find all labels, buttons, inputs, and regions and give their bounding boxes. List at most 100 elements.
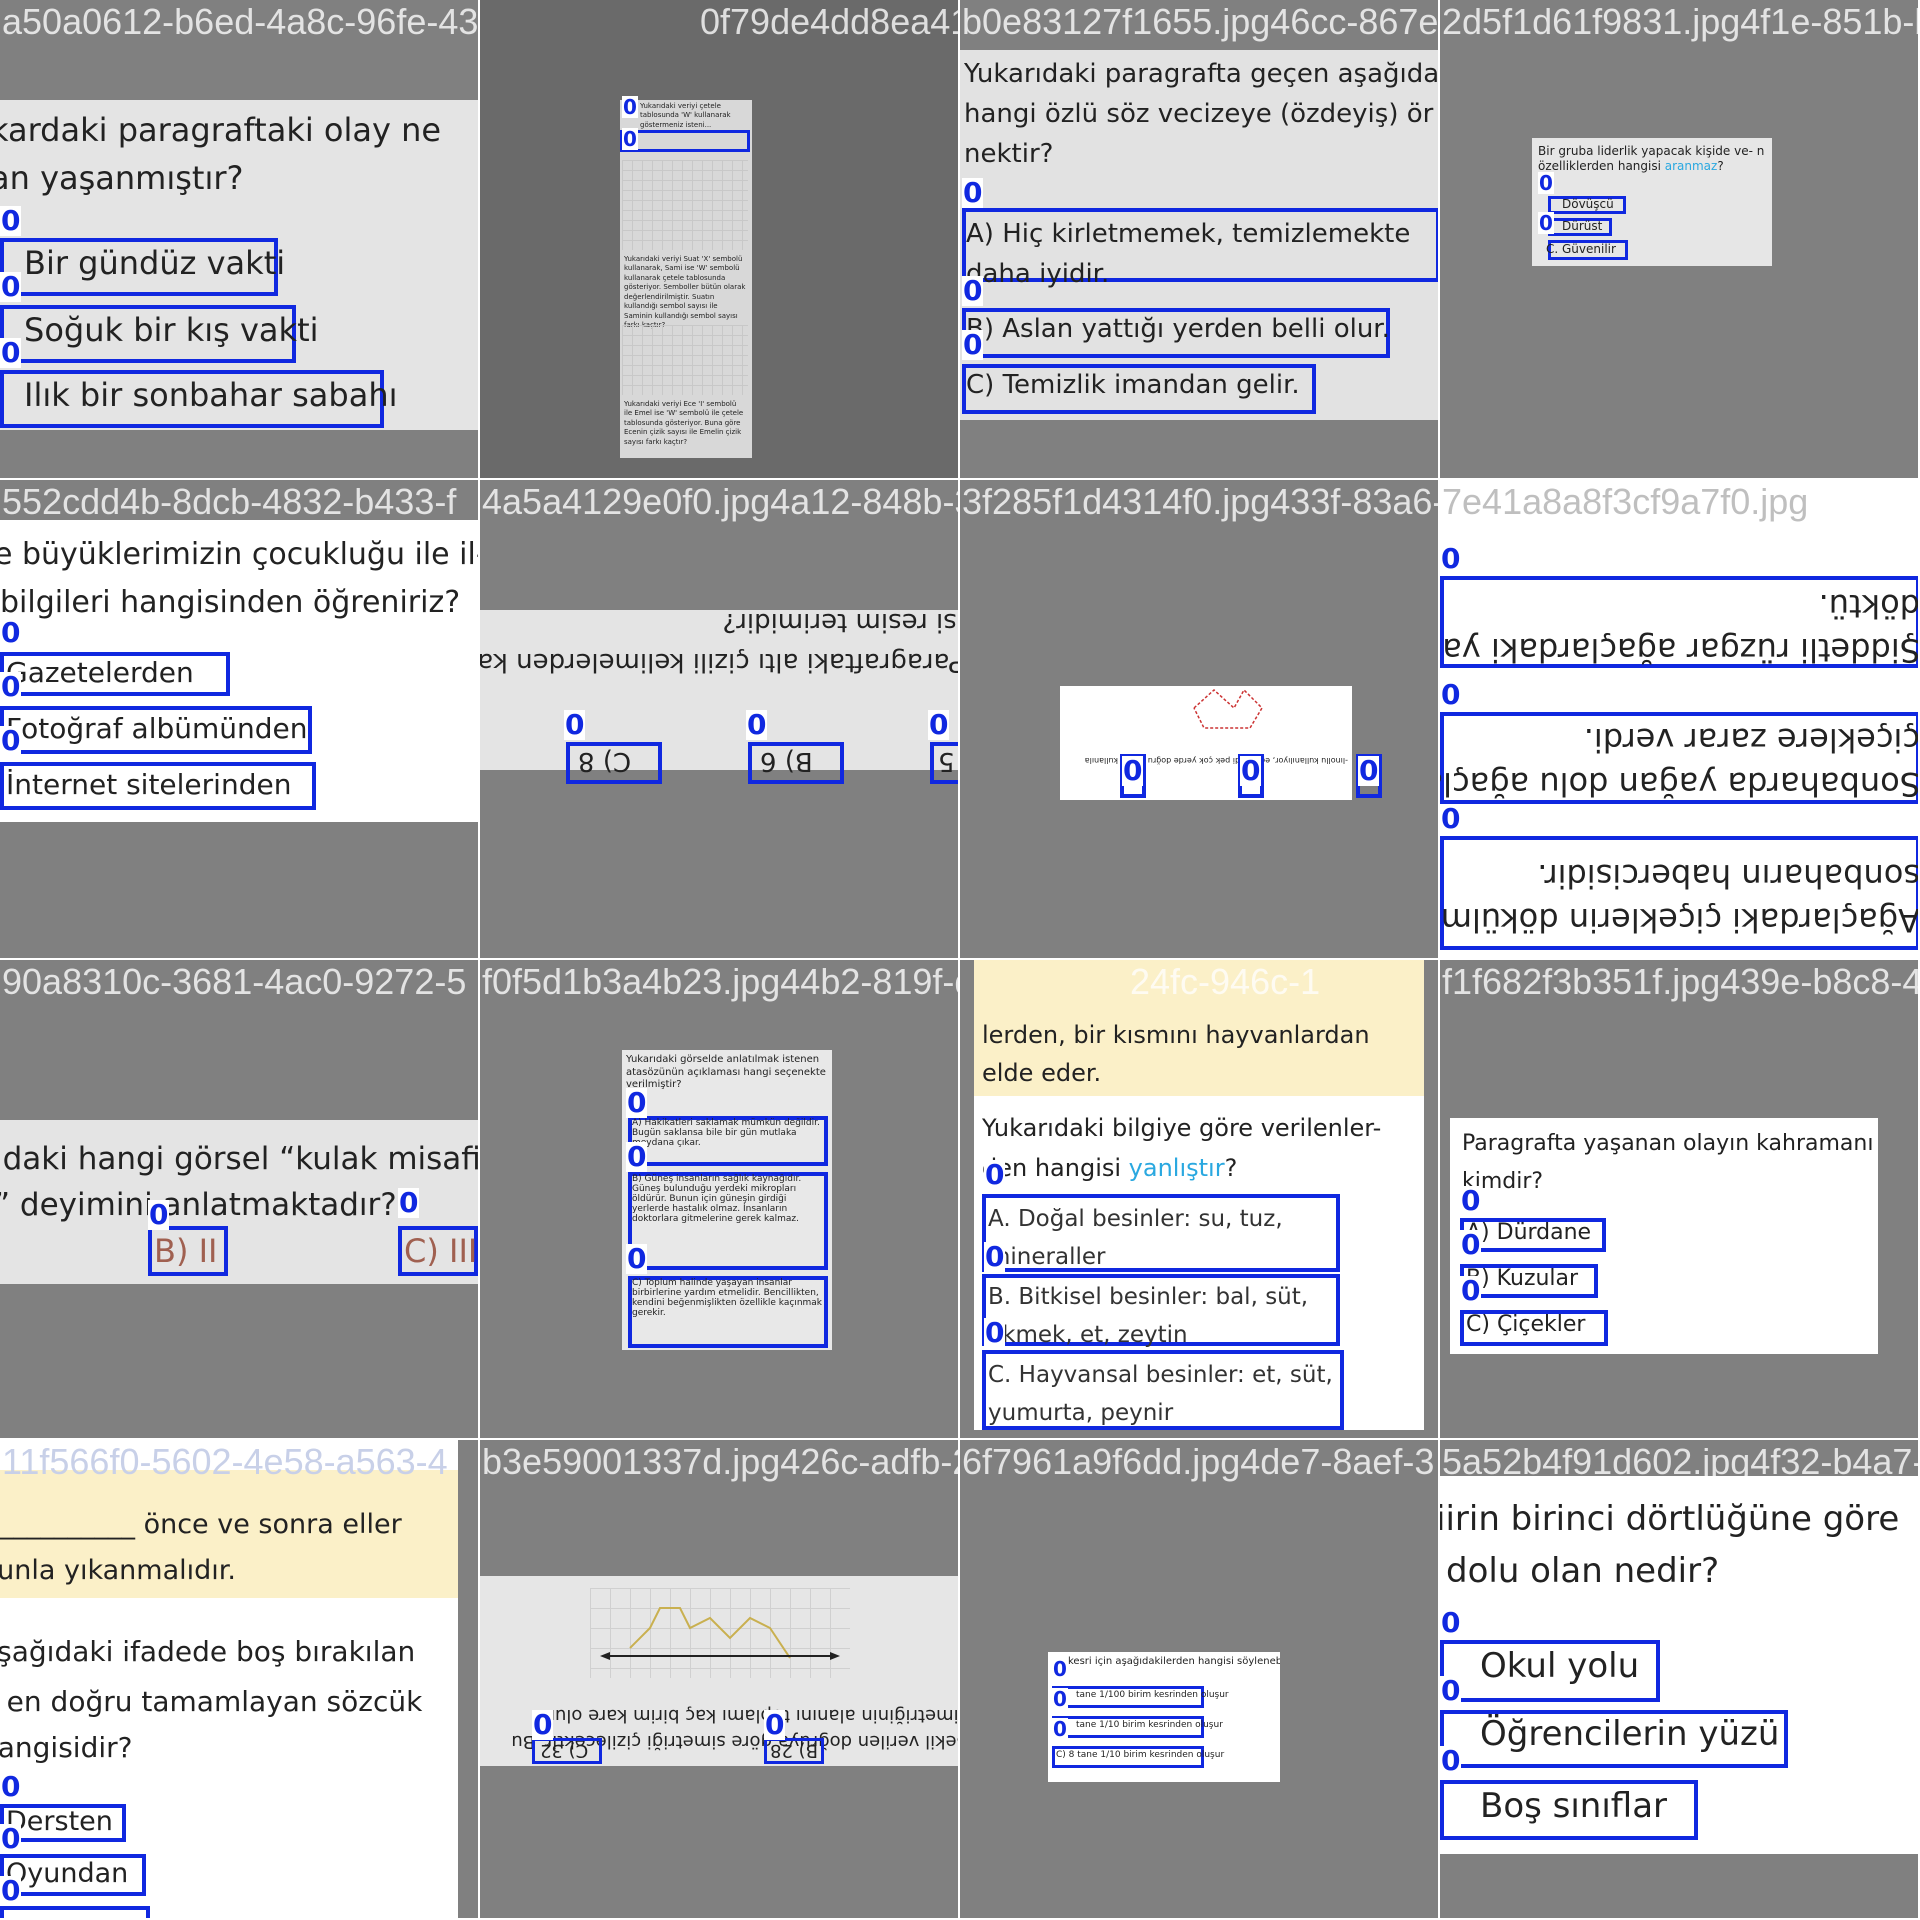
option-badge: 0: [984, 1158, 1006, 1191]
tile-14: b3e59001337d.jpg426c-adfb-2 Şekil verile…: [480, 1440, 958, 1918]
option-text: İnternet sitelerinden: [6, 768, 292, 801]
option-badge: 0: [0, 270, 22, 303]
option-text: Ağaçlardaki çiçeklerin dökülmesi sonbaha…: [1440, 857, 1918, 939]
tile-filename: 552cdd4b-8dcb-4832-b433-f: [2, 481, 457, 522]
option-text: B) II: [154, 1232, 218, 1270]
option-text: C) Temizlik imandan gelir.: [966, 370, 1300, 400]
info-text: elde eder.: [982, 1059, 1102, 1087]
question-emphasis: aranmaz: [1664, 159, 1718, 173]
worksheet-text: Yukarıdaki veriyi Ece 'I' sembolü ile Em…: [624, 400, 744, 446]
option-badge: 0: [984, 1316, 1006, 1349]
question-line: dolu olan nedir?: [1446, 1551, 1720, 1591]
option-badge: 0: [1440, 802, 1462, 835]
tile-filename: a50a0612-b6ed-4a8c-96fe-43f6e37180df79d.…: [2, 1, 478, 42]
question-line: nektir?: [964, 139, 1054, 169]
fill-blank-text: __________ önce ve sonra eller: [0, 1509, 402, 1540]
option-text: tane 1/10 birim kesrinden oluşur: [1076, 1720, 1223, 1730]
option-badge: 0: [0, 1874, 22, 1907]
shape-outline: [1193, 688, 1263, 729]
option-text: Dövüşcü: [1562, 197, 1614, 211]
option-badge: 0: [626, 1242, 648, 1275]
tally-grid: [622, 325, 748, 395]
question-line: aşağıdaki ifadede boş bırakılan: [0, 1635, 416, 1668]
option-badge: 0: [1052, 1717, 1068, 1741]
tile-2: 0f79de4dd8ea419c.jpg Yukarıdaki veriyi ç…: [480, 0, 958, 478]
option-badge: 0: [148, 1198, 170, 1231]
question-part: Yukarıdaki bilgiye göre verilenler-: [982, 1114, 1382, 1142]
tile-10: f0f5d1b3a4b23.jpg44b2-819f-d Yukarıdaki …: [480, 960, 958, 1438]
question-line: hangi özlü söz vecizeye (özdeyiş) ör: [964, 99, 1434, 129]
option-text: Boş sınıflar: [1480, 1786, 1668, 1826]
option-badge: 0: [1440, 542, 1462, 575]
tile-9: 90a8310c-3681-4ac0-9272-5 ıdaki hangi gö…: [0, 960, 478, 1438]
question-line: kardaki paragraftaki olay ne: [0, 111, 442, 149]
tile-filename: 0f79de4dd8ea419c.jpg: [700, 1, 958, 42]
question-line: ” deyimini anlatmaktadır?: [0, 1187, 397, 1223]
option-badge: 0: [1440, 1606, 1462, 1639]
tile-15: 6f7961a9f6dd.jpg4de7-8aef-3 kesri için a…: [960, 1440, 1438, 1918]
option-badge: 0: [1460, 1184, 1482, 1217]
option-text: Öğrencilerin yüzü: [1480, 1714, 1780, 1754]
option-text: C) III: [404, 1232, 478, 1270]
option-box[interactable]: [0, 1906, 150, 1918]
option-badge: 0: [984, 1240, 1006, 1273]
option-badge: 0: [746, 708, 768, 741]
option-text: A) Hiç kirletmemek, temizlemekte daha iy…: [966, 219, 1411, 289]
arrow-head: [600, 1652, 610, 1660]
question-line: i en doğru tamamlayan sözcük: [0, 1685, 423, 1718]
tile-6: 4a5a4129e0f0.jpg4a12-848b-3 Paragraftaki…: [480, 480, 958, 958]
option-badge: 0: [1052, 1657, 1068, 1681]
flipped-content: Paragraftaki altı çizili kelimelerden ka…: [480, 610, 958, 770]
option-badge: 0: [1052, 1687, 1068, 1711]
question-line: e büyüklerimizin çocukluğu ile il-: [0, 537, 478, 572]
tile-filename: 4a5a4129e0f0.jpg4a12-848b-3: [482, 481, 958, 522]
answer-box[interactable]: [620, 130, 750, 152]
tile-filename: 6f7961a9f6dd.jpg4de7-8aef-3: [962, 1441, 1435, 1482]
tile-filename: 3f285f1d4314f0.jpg433f-83a6-a: [962, 481, 1438, 522]
option-text: A. Doğal besinler: su, tuz, mineraller: [988, 1206, 1283, 1270]
option-text: tane 1/100 birim kesrinden oluşur: [1076, 1690, 1229, 1700]
option-text: Dürüst: [1562, 219, 1603, 233]
tile-13: 11f566f0-5602-4e58-a563-4 __________ önc…: [0, 1440, 478, 1918]
question-line: hangisidir?: [0, 1731, 133, 1764]
option-text: C. Hayvansal besinler: et, süt, yumurta,…: [988, 1362, 1333, 1426]
tile-7: 3f285f1d4314f0.jpg433f-83a6-a -lınollu k…: [960, 480, 1438, 958]
option-text: Oyundan: [6, 1858, 129, 1889]
question-emphasis: yanlıştır: [1128, 1154, 1225, 1182]
question-line: bilgileri hangisinden öğreniriz?: [0, 585, 461, 620]
question-text: Yukarıdaki görselde anlatılmak istenen a…: [626, 1054, 826, 1090]
option-badge: 0: [1440, 678, 1462, 711]
worksheet-panel: Yukarıdaki veriyi çetele tablosunda 'W' …: [620, 100, 752, 458]
question-text: Bir gruba liderlik yapacak kişide ve- n …: [1538, 144, 1770, 174]
tile-filename: b0e83127f1655.jpg46cc-867e-c: [962, 1, 1438, 42]
option-badge: 0: [626, 1086, 648, 1119]
option-badge: 0: [0, 336, 22, 369]
tile-filename: b3e59001337d.jpg426c-adfb-2: [482, 1441, 958, 1482]
option-badge: 0: [1240, 754, 1262, 787]
worksheet-text: Yukarıdaki veriyi çetele tablosunda 'W' …: [640, 102, 731, 129]
tile-filename: 5a52b4f91d602.jpg4f32-b4a7-c: [1442, 1441, 1918, 1482]
option-badge: 0: [0, 204, 22, 237]
option-text: Şiddetli rüzgar ağaçlardaki yaprakları d…: [1440, 587, 1918, 669]
option-badge: 0: [1538, 171, 1554, 195]
option-badge: 0: [764, 1708, 786, 1741]
option-badge: 0: [1122, 754, 1144, 787]
question-panel: -lınollu kullanılıyor, eğer kedi pek çok…: [1060, 686, 1352, 800]
option-badge: 0: [1460, 1228, 1482, 1261]
tile-8: 7e41a8a8f3cf9a7f0.jpg Şiddetli rüzgar ağ…: [1440, 480, 1918, 958]
option-badge: 0: [1440, 1744, 1462, 1777]
question-panel: Paragraftaki altı çizili kelimelerden ka…: [480, 610, 958, 770]
option-badge: 0: [0, 616, 22, 649]
option-badge: 0: [398, 1186, 420, 1219]
shape-figure: [1193, 688, 1263, 729]
question-line: iirin birinci dörtlüğüne göre: [1440, 1499, 1900, 1539]
tile-edge: [458, 1440, 478, 1918]
option-text: C) 8 tane 1/10 birim kesrinden oluşur: [1056, 1750, 1225, 1760]
info-text: lerden, bir kısmını hayvanlardan: [982, 1021, 1370, 1049]
option-badge: 0: [928, 708, 950, 741]
question-line: isi resim terimidir?: [722, 610, 958, 637]
option-badge: 0: [564, 708, 586, 741]
option-badge: 0: [1460, 1274, 1482, 1307]
tile-filename: 11f566f0-5602-4e58-a563-4: [2, 1441, 448, 1482]
tile-filename: 2d5f1d61f9831.jpg4f1e-851b-b: [1442, 1, 1918, 42]
